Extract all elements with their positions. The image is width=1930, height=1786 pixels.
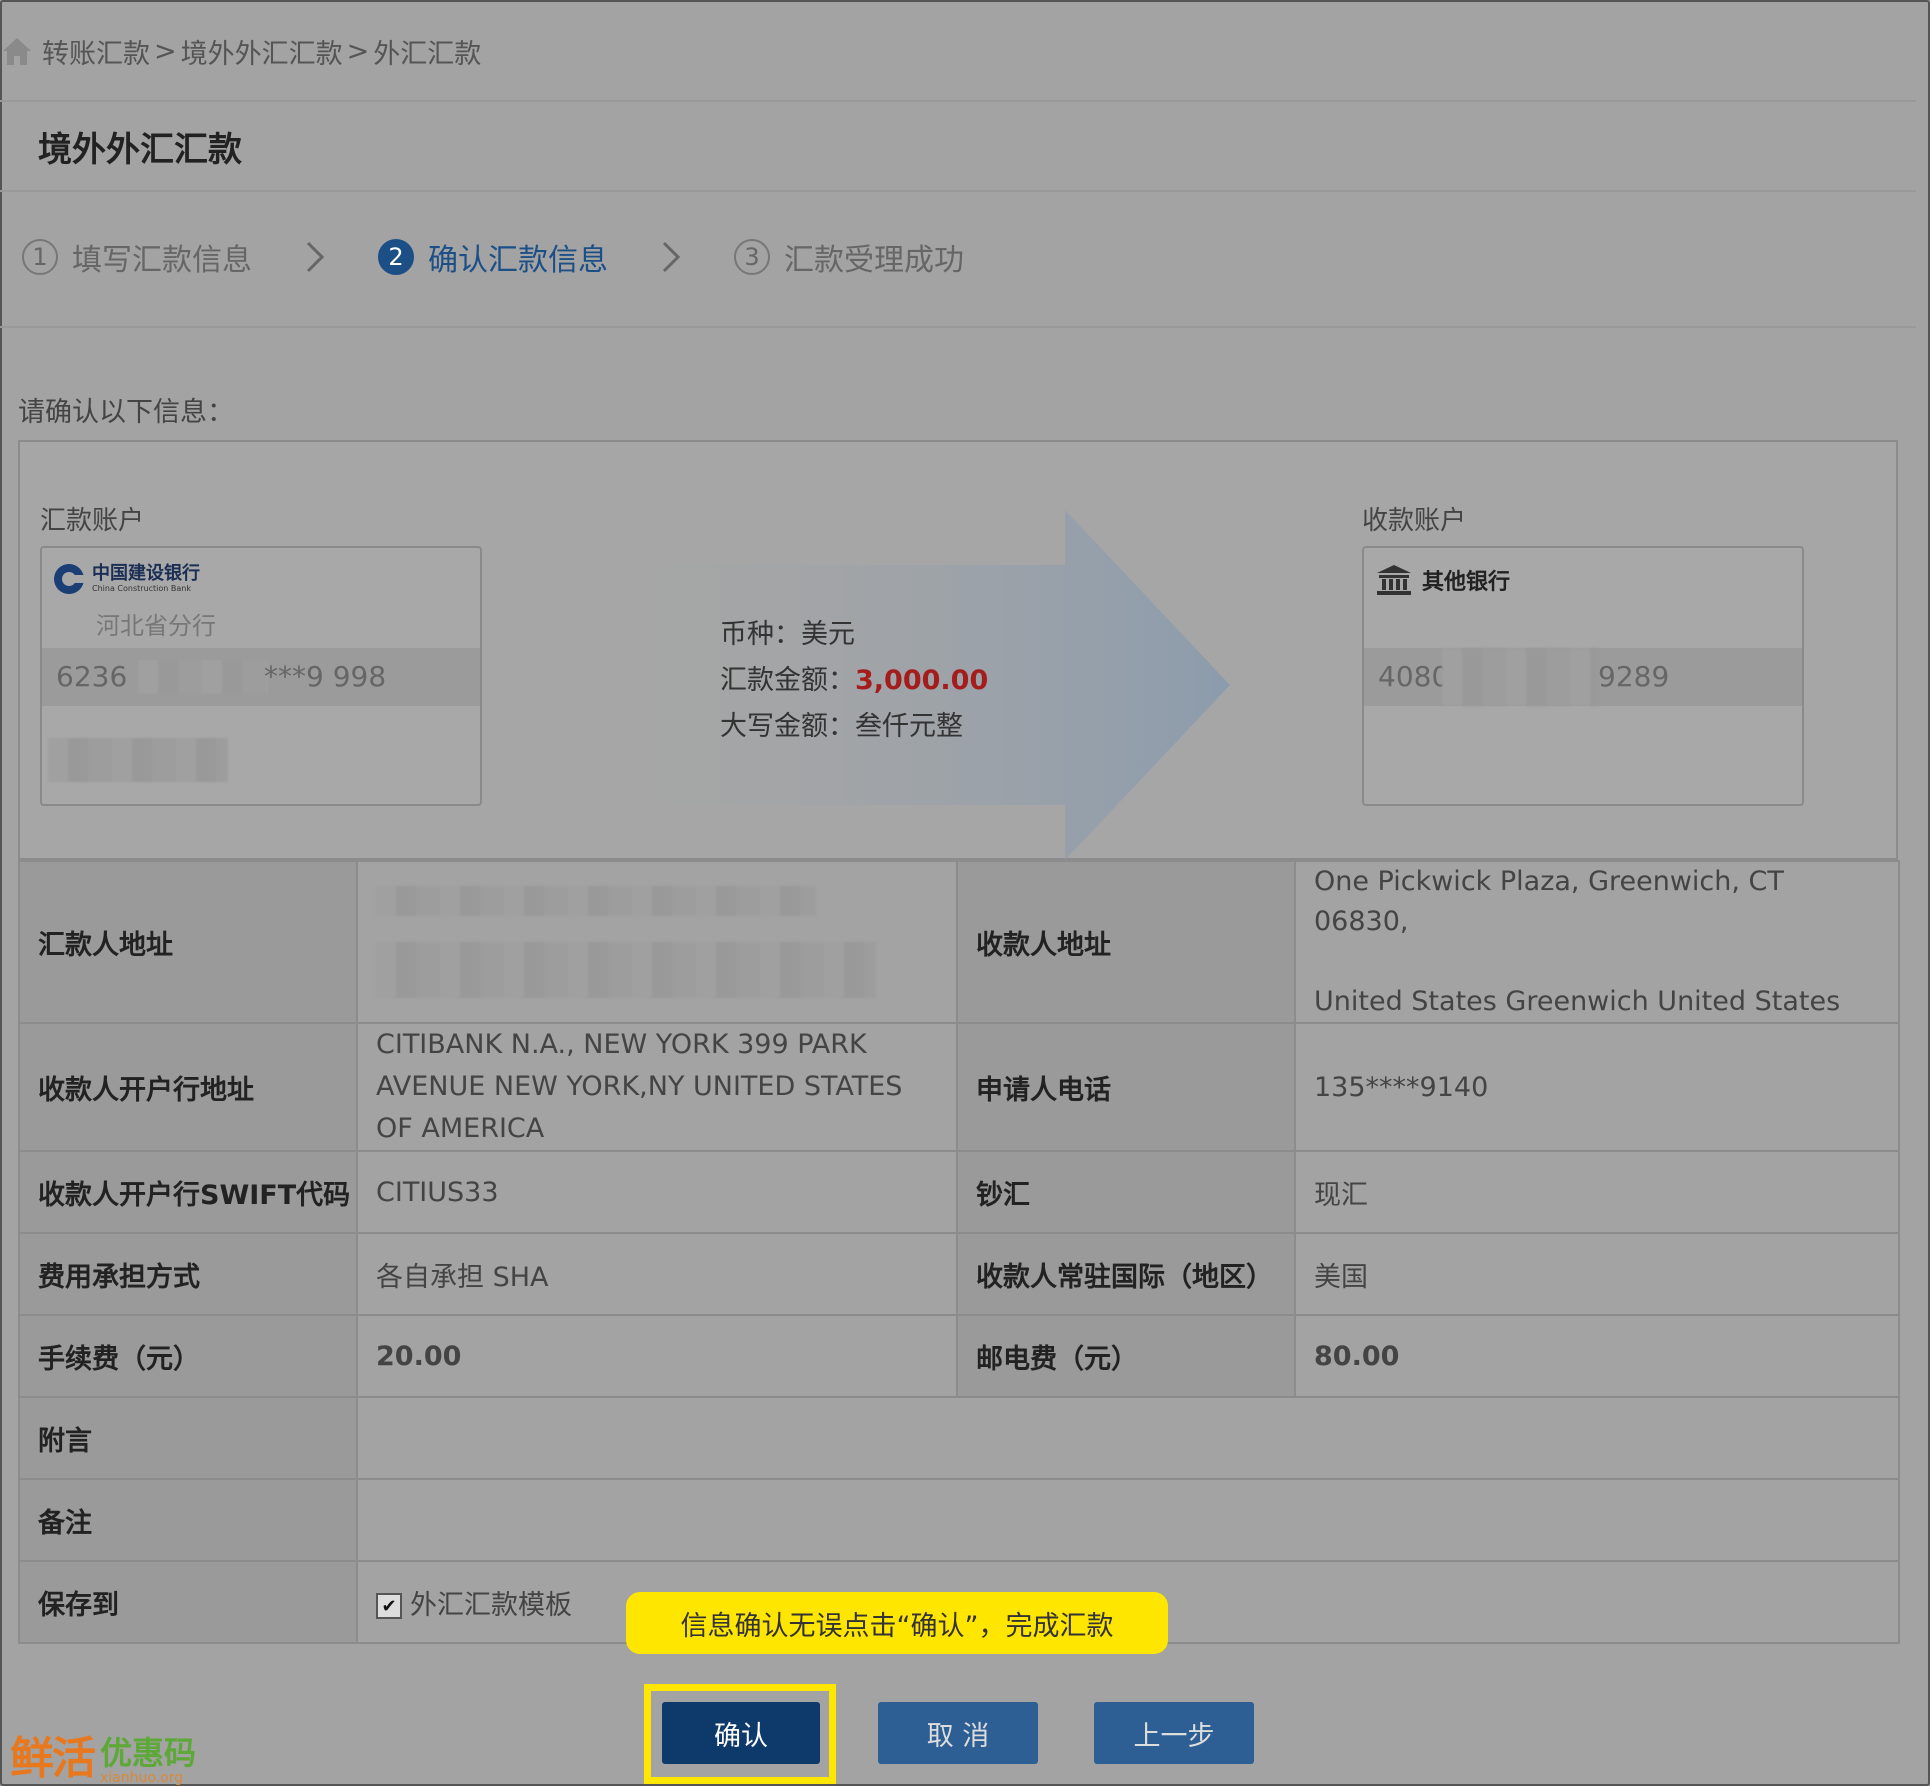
amount-words-value: 叁仟元整 [855,711,963,742]
remitter-account-card[interactable]: 中国建设银行 China Construction Bank 河北省分行 623… [40,546,482,806]
amount-value: 3,000.00 [855,665,989,696]
table-row: 备注 [18,1478,1900,1562]
payee-address-line2: United States Greenwich United States [1314,986,1841,1017]
remittance-details-table: 汇款人地址 收款人地址 One Pickwick Plaza, Greenwic… [18,860,1900,1644]
fee-mode-value: 各自承担 SHA [356,1232,958,1316]
phone-label: 申请人电话 [956,1022,1296,1152]
step-fill-info: 1 填写汇款信息 [22,235,252,279]
breadcrumb-item-transfer[interactable]: 转账汇款 [42,32,150,71]
postal-fee-value: 80.00 [1294,1314,1900,1398]
table-row: 收款人开户行地址 CITIBANK N.A., NEW YORK 399 PAR… [18,1022,1900,1152]
remark-label: 备注 [18,1478,358,1562]
postscript-value [356,1396,1900,1480]
bank-name-en: China Construction Bank [92,584,191,593]
masked-account-name [48,738,228,782]
bank-name: 中国建设银行 [92,563,200,584]
step-success: 3 汇款受理成功 [734,235,964,279]
table-row: 附言 [18,1396,1900,1480]
save-template-label[interactable]: 外汇汇款模板 [410,1590,572,1621]
step-label: 确认汇款信息 [428,243,608,278]
table-row: 手续费（元） 20.00 邮电费（元） 80.00 [18,1314,1900,1398]
breadcrumb-item-overseas[interactable]: 境外外汇汇款 [181,32,343,71]
breadcrumb-item-forex: 外汇汇款 [373,38,482,70]
cash-type-value: 现汇 [1294,1150,1900,1234]
confirm-prompt: 请确认以下信息： [18,397,234,428]
page-title: 境外外汇汇款 [38,130,242,170]
service-fee-value: 20.00 [356,1314,958,1398]
watermark-text: 优惠码 [100,1734,197,1772]
step-number: 3 [734,239,770,275]
step-progress: 1 填写汇款信息 2 确认汇款信息 3 汇款受理成功 [22,234,964,280]
step-confirm-info: 2 确认汇款信息 [378,235,608,279]
remark-value [356,1478,1900,1562]
ccb-logo: 中国建设银行 China Construction Bank [52,562,200,596]
account-number-prefix: 4080 [1378,660,1450,693]
payee-account-label: 收款账户 [1362,506,1467,536]
step-number: 2 [378,239,414,275]
postal-fee-label: 邮电费（元） [956,1314,1296,1398]
cancel-button[interactable]: 取 消 [878,1702,1038,1764]
step-number: 1 [22,239,58,275]
remitter-account-label: 汇款账户 [40,506,145,536]
ccb-logo-icon [54,564,85,594]
service-fee-label: 手续费（元） [18,1314,358,1398]
payee-address-value: One Pickwick Plaza, Greenwich, CT 06830,… [1294,860,1900,1024]
watermark-big-text: 鲜活 [10,1733,96,1784]
table-row: 收款人开户行SWIFT代码 CITIUS33 钞汇 现汇 [18,1150,1900,1234]
currency-value: 美元 [801,619,855,650]
currency-label: 币种： [720,619,801,650]
amount-words-label: 大写金额： [720,711,855,742]
swift-label: 收款人开户行SWIFT代码 [18,1150,358,1234]
watermark-logo: 鲜活 优惠码 xianhuo.org [10,1722,196,1786]
save-to-label: 保存到 [18,1560,358,1644]
payee-country-label: 收款人常驻国际（地区） [956,1232,1296,1316]
account-number-prefix: 6236 [56,660,128,693]
confirm-button[interactable]: 确认 [662,1702,820,1764]
previous-step-button[interactable]: 上一步 [1094,1702,1254,1764]
payee-account-card[interactable]: 其他银行 4080 9289 [1362,546,1804,806]
instruction-tooltip: 信息确认无误点击“确认”，完成汇款 [626,1592,1168,1654]
divider [0,326,1916,328]
payee-address-label: 收款人地址 [956,860,1296,1024]
cash-type-label: 钞汇 [956,1150,1296,1234]
breadcrumb: 转账汇款 > 境外外汇汇款 > 外汇汇款 [0,28,481,74]
masked-account-digits [1442,648,1598,706]
payee-bank-address-label: 收款人开户行地址 [18,1022,358,1152]
breadcrumb-separator: > [154,35,177,67]
payee-country-value: 美国 [1294,1232,1900,1316]
bank-building-icon [1377,565,1411,595]
other-bank-logo: 其他银行 [1376,564,1510,596]
payee-bank-address-value: CITIBANK N.A., NEW YORK 399 PARK AVENUE … [356,1022,958,1152]
divider [0,100,1916,102]
phone-value: 135****9140 [1294,1022,1900,1152]
step-label: 填写汇款信息 [72,243,252,278]
account-number-suffix: ***9 998 [264,660,387,693]
branch-name: 河北省分行 [96,612,216,640]
step-label: 汇款受理成功 [784,243,964,278]
table-row: 汇款人地址 收款人地址 One Pickwick Plaza, Greenwic… [18,860,1900,1024]
amount-label: 汇款金额： [720,665,855,696]
watermark-url: xianhuo.org [100,1770,184,1786]
postscript-label: 附言 [18,1396,358,1480]
account-number-suffix: 9289 [1598,660,1670,693]
swift-value: CITIUS33 [356,1150,958,1234]
breadcrumb-separator: > [346,35,370,67]
remitter-address-value [356,860,958,1024]
divider [0,190,1916,192]
home-icon[interactable] [0,34,34,68]
fee-mode-label: 费用承担方式 [18,1232,358,1316]
chevron-right-icon [662,241,681,273]
bank-name: 其他银行 [1422,570,1511,595]
payee-address-line1: One Pickwick Plaza, Greenwich, CT 06830, [1314,866,1784,937]
chevron-right-icon [306,241,325,273]
save-template-checkbox[interactable]: ✔ [376,1593,402,1619]
table-row: 费用承担方式 各自承担 SHA 收款人常驻国际（地区） 美国 [18,1232,1900,1316]
transfer-summary: 币种：美元 汇款金额：3,000.00 大写金额：叁仟元整 [720,612,988,750]
masked-account-digits [138,660,268,694]
remitter-address-label: 汇款人地址 [18,860,358,1024]
